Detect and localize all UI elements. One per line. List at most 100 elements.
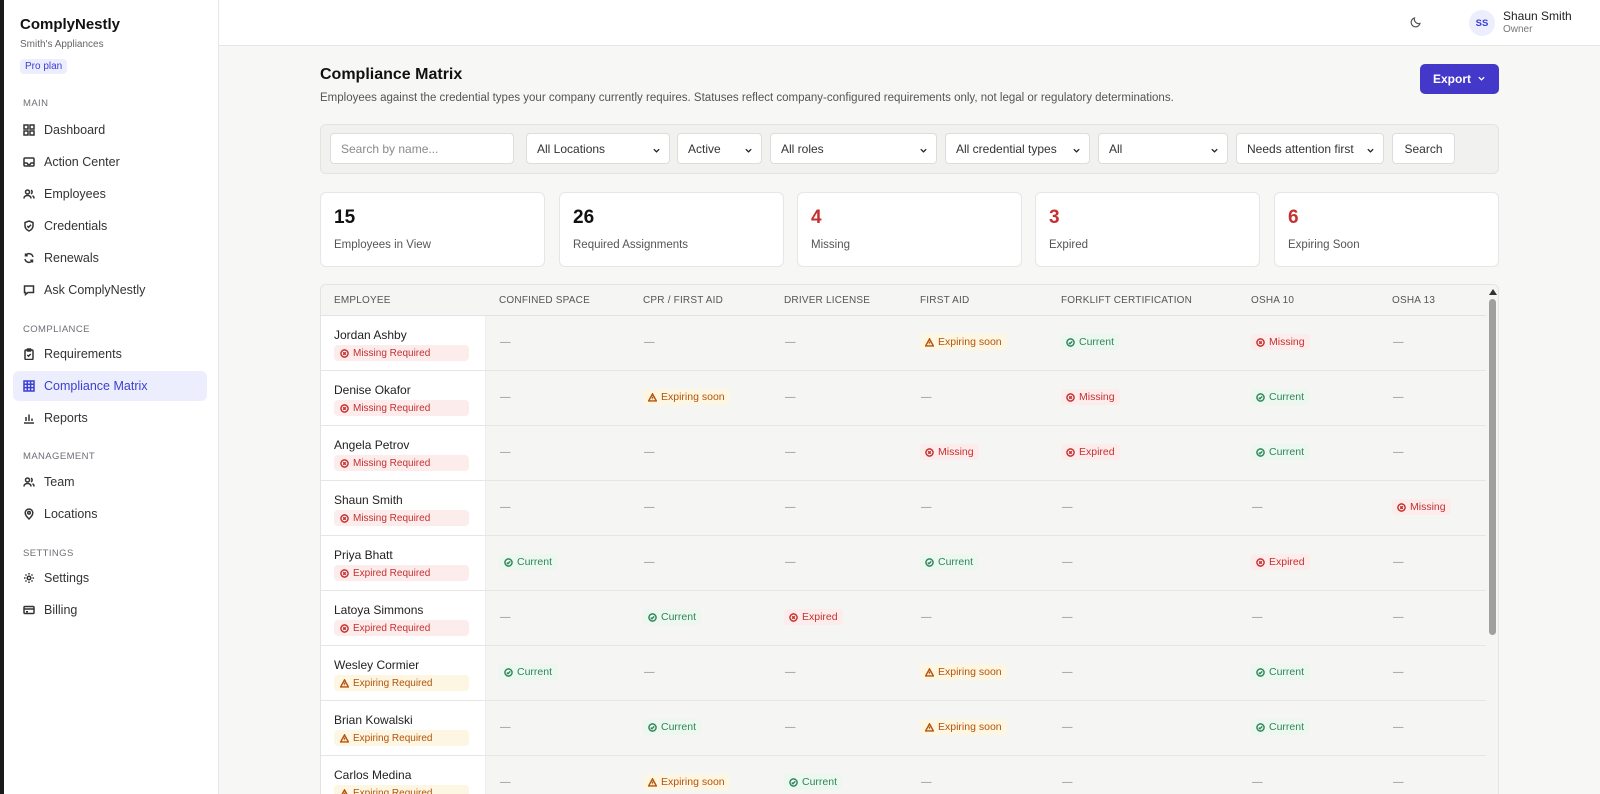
sidebar-item-locations[interactable]: Locations — [13, 499, 207, 529]
matrix-cell-status[interactable]: Current — [643, 609, 702, 625]
column-header[interactable]: FIRST AID — [920, 295, 969, 306]
matrix-cell-empty[interactable]: — — [1061, 554, 1078, 570]
matrix-cell-empty[interactable]: — — [499, 389, 516, 405]
matrix-cell-empty[interactable]: — — [1392, 774, 1409, 790]
matrix-cell-empty[interactable]: — — [1392, 719, 1409, 735]
matrix-cell-empty[interactable]: — — [784, 444, 801, 460]
avatar[interactable]: SS — [1469, 10, 1495, 36]
matrix-cell-empty[interactable]: — — [784, 554, 801, 570]
matrix-cell-status[interactable]: Current — [499, 664, 558, 680]
employee-name[interactable]: Priya Bhatt — [334, 548, 393, 562]
sidebar-item-renewals[interactable]: Renewals — [13, 243, 207, 273]
table-row[interactable]: Angela Petrov Missing Required — — — Missing E… — [321, 426, 1486, 481]
vertical-scrollbar[interactable] — [1486, 285, 1498, 794]
table-row[interactable]: Latoya Simmons Expired Required — Current Ex… — [321, 591, 1486, 646]
matrix-cell-status[interactable]: Missing — [920, 444, 979, 460]
table-row[interactable]: Wesley Cormier Expiring Required Current — —… — [321, 646, 1486, 701]
export-button[interactable]: Export — [1420, 64, 1499, 94]
matrix-cell-empty[interactable]: — — [1061, 774, 1078, 790]
location-select[interactable]: All Locations — [526, 133, 670, 164]
matrix-cell-empty[interactable]: — — [784, 719, 801, 735]
column-header[interactable]: CPR / FIRST AID — [643, 295, 723, 306]
table-row[interactable]: Denise Okafor Missing Required — Expiring s… — [321, 371, 1486, 426]
sidebar-item-compliance-matrix[interactable]: Compliance Matrix — [13, 371, 207, 401]
role-select[interactable]: All roles — [770, 133, 937, 164]
matrix-cell-empty[interactable]: — — [920, 499, 937, 515]
table-row[interactable]: Jordan Ashby Missing Required — — — Expiring … — [321, 316, 1486, 371]
employee-cell[interactable]: Brian Kowalski Expiring Required — [321, 701, 486, 755]
search-input[interactable]: Search by name... — [330, 133, 514, 164]
matrix-cell-status[interactable]: Missing — [1392, 499, 1451, 515]
sidebar-item-settings[interactable]: Settings — [13, 563, 207, 593]
matrix-cell-empty[interactable]: — — [1392, 334, 1409, 350]
matrix-cell-empty[interactable]: — — [643, 664, 660, 680]
employee-name[interactable]: Latoya Simmons — [334, 603, 423, 617]
matrix-cell-status[interactable]: Expiring soon — [643, 774, 730, 790]
table-row[interactable]: Carlos Medina Expiring Required — Expiring … — [321, 756, 1486, 794]
matrix-cell-status[interactable]: Expiring soon — [920, 664, 1007, 680]
sidebar-item-requirements[interactable]: Requirements — [13, 339, 207, 369]
matrix-cell-empty[interactable]: — — [1392, 389, 1409, 405]
table-row[interactable]: Shaun Smith Missing Required — — — — — — Missing — [321, 481, 1486, 536]
matrix-cell-empty[interactable]: — — [920, 609, 937, 625]
matrix-cell-empty[interactable]: — — [1251, 609, 1268, 625]
moon-icon[interactable] — [1409, 15, 1423, 29]
sort-select[interactable]: Needs attention first — [1236, 133, 1384, 164]
matrix-cell-status[interactable]: Current — [643, 719, 702, 735]
matrix-cell-status[interactable]: Current — [1251, 664, 1310, 680]
matrix-cell-empty[interactable]: — — [1392, 664, 1409, 680]
status-select[interactable]: Active — [677, 133, 762, 164]
sidebar-item-dashboard[interactable]: Dashboard — [13, 115, 207, 145]
matrix-cell-empty[interactable]: — — [1061, 719, 1078, 735]
scroll-up-arrow-icon[interactable] — [1489, 289, 1497, 295]
matrix-cell-status[interactable]: Current — [1251, 389, 1310, 405]
matrix-cell-empty[interactable]: — — [920, 774, 937, 790]
employee-name[interactable]: Angela Petrov — [334, 438, 409, 452]
column-header[interactable]: CONFINED SPACE — [499, 295, 590, 306]
employee-name[interactable]: Brian Kowalski — [334, 713, 413, 727]
matrix-cell-empty[interactable]: — — [643, 554, 660, 570]
matrix-cell-empty[interactable]: — — [499, 609, 516, 625]
sidebar-item-employees[interactable]: Employees — [13, 179, 207, 209]
column-header[interactable]: OSHA 13 — [1392, 295, 1435, 306]
matrix-cell-status[interactable]: Current — [784, 774, 843, 790]
sidebar-item-ask-complynestly[interactable]: Ask ComplyNestly — [13, 275, 207, 305]
matrix-cell-status[interactable]: Current — [1061, 334, 1120, 350]
employee-cell[interactable]: Carlos Medina Expiring Required — [321, 756, 486, 794]
matrix-cell-empty[interactable]: — — [1251, 774, 1268, 790]
matrix-cell-empty[interactable]: — — [643, 444, 660, 460]
employee-name[interactable]: Wesley Cormier — [334, 658, 419, 672]
scrollbar-thumb[interactable] — [1489, 299, 1496, 635]
column-header[interactable]: FORKLIFT CERTIFICATION — [1061, 295, 1192, 306]
matrix-cell-empty[interactable]: — — [1392, 554, 1409, 570]
matrix-cell-empty[interactable]: — — [499, 774, 516, 790]
matrix-cell-empty[interactable]: — — [1061, 664, 1078, 680]
employee-cell[interactable]: Jordan Ashby Missing Required — [321, 316, 486, 370]
matrix-cell-empty[interactable]: — — [784, 499, 801, 515]
matrix-cell-status[interactable]: Expiring soon — [920, 719, 1007, 735]
matrix-cell-empty[interactable]: — — [499, 444, 516, 460]
sidebar-item-team[interactable]: Team — [13, 467, 207, 497]
matrix-cell-empty[interactable]: — — [920, 389, 937, 405]
matrix-cell-empty[interactable]: — — [499, 719, 516, 735]
sidebar-item-reports[interactable]: Reports — [13, 403, 207, 433]
employee-cell[interactable]: Shaun Smith Missing Required — [321, 481, 486, 535]
employee-cell[interactable]: Denise Okafor Missing Required — [321, 371, 486, 425]
sidebar-item-action-center[interactable]: Action Center — [13, 147, 207, 177]
matrix-cell-empty[interactable]: — — [784, 389, 801, 405]
sidebar-item-billing[interactable]: Billing — [13, 595, 207, 625]
matrix-cell-status[interactable]: Expired — [1251, 554, 1310, 570]
search-button[interactable]: Search — [1392, 133, 1455, 164]
matrix-cell-empty[interactable]: — — [1061, 499, 1078, 515]
column-header[interactable]: OSHA 10 — [1251, 295, 1294, 306]
employee-name[interactable]: Denise Okafor — [334, 383, 411, 397]
employee-name[interactable]: Jordan Ashby — [334, 328, 407, 342]
credential-type-select[interactable]: All credential types — [945, 133, 1090, 164]
matrix-cell-status[interactable]: Expiring soon — [643, 389, 730, 405]
matrix-cell-status[interactable]: Current — [920, 554, 979, 570]
matrix-cell-status[interactable]: Expiring soon — [920, 334, 1007, 350]
sidebar-item-credentials[interactable]: Credentials — [13, 211, 207, 241]
matrix-cell-status[interactable]: Missing — [1061, 389, 1120, 405]
matrix-cell-empty[interactable]: — — [1392, 609, 1409, 625]
employee-cell[interactable]: Wesley Cormier Expiring Required — [321, 646, 486, 700]
